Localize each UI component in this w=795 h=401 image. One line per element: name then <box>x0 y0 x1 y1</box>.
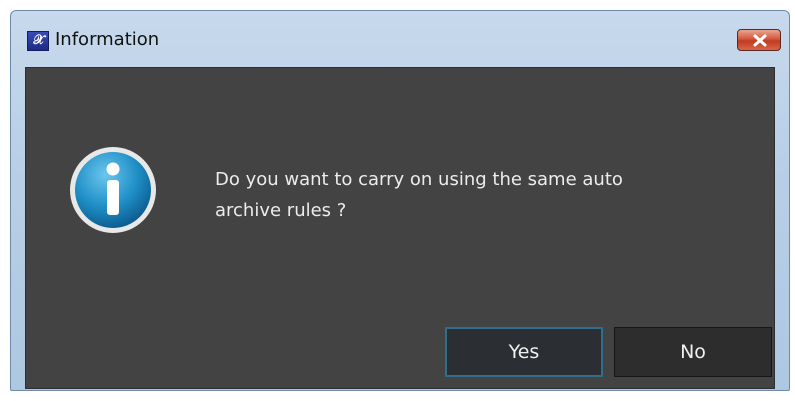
info-icon <box>70 147 156 233</box>
dialog-body: Do you want to carry on using the same a… <box>25 67 775 389</box>
message-line-1: Do you want to carry on using the same a… <box>215 169 623 190</box>
no-button[interactable]: No <box>614 327 772 377</box>
app-logo-icon: 𝒳 <box>27 31 49 51</box>
dialog-message: Do you want to carry on using the same a… <box>215 164 735 226</box>
message-line-2: archive rules ? <box>215 200 347 221</box>
close-icon <box>753 34 767 47</box>
yes-button[interactable]: Yes <box>445 327 603 377</box>
title-bar[interactable]: 𝒳 Information <box>11 11 789 66</box>
window-title: Information <box>55 29 160 50</box>
dialog-window: 𝒳 Information Do you want to carry on us <box>10 10 790 391</box>
close-button[interactable] <box>737 29 781 51</box>
